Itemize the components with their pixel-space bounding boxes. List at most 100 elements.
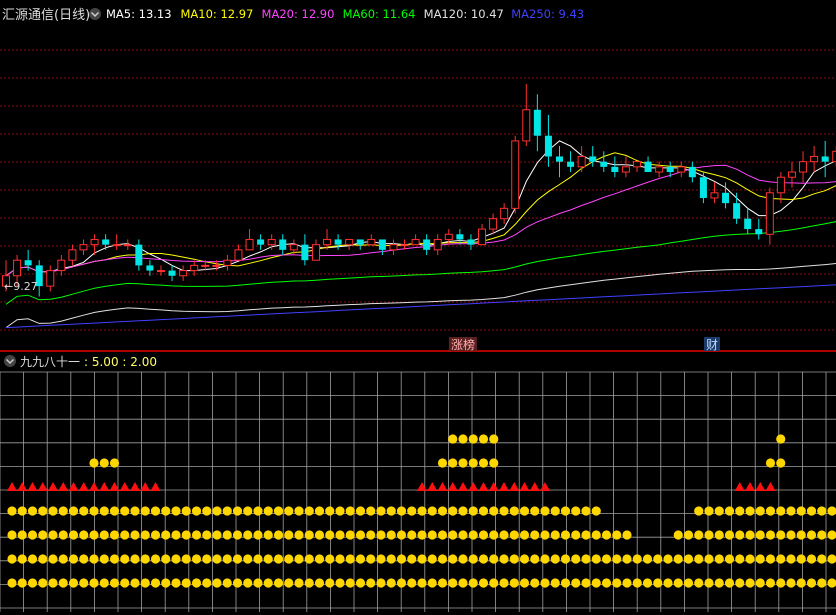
dot-L4-43 [448, 506, 458, 516]
sub-panel-params: : 5.00 : 2.00 [84, 355, 157, 369]
candle-body-59 [655, 166, 664, 173]
dot-L3-60 [622, 530, 632, 540]
dot-L4-28 [294, 506, 304, 516]
dot-L3-79 [817, 530, 827, 540]
dot-L4-52 [540, 506, 550, 516]
dot-L2-80 [827, 554, 836, 564]
candle-body-56 [621, 166, 630, 173]
dot-L2-52 [540, 554, 550, 564]
dot-L1-3 [38, 578, 48, 588]
dot-L2-67 [694, 554, 704, 564]
dot-L7-75 [776, 434, 786, 444]
dot-L3-72 [745, 530, 755, 540]
dot-L3-0 [7, 530, 17, 540]
dot-L4-47 [489, 506, 499, 516]
dot-L7-47 [489, 434, 499, 444]
dot-L2-71 [735, 554, 745, 564]
dot-L3-42 [437, 530, 448, 540]
dot-L6-44 [458, 458, 468, 468]
triangle-mark-50 [519, 482, 530, 491]
dot-L2-38 [396, 554, 407, 564]
dot-L4-46 [478, 506, 489, 516]
dot-L3-49 [509, 530, 519, 540]
sub-menu-icon[interactable] [4, 355, 16, 367]
dot-L4-44 [458, 506, 468, 516]
dot-L4-77 [796, 506, 806, 516]
dot-L1-29 [304, 578, 314, 588]
dot-L2-60 [622, 554, 632, 564]
dot-L3-3 [38, 530, 48, 540]
dot-L3-2 [27, 530, 38, 540]
dot-L3-31 [325, 530, 335, 540]
dot-L3-28 [294, 530, 304, 540]
dot-L2-59 [612, 554, 622, 564]
triangle-mark-73 [755, 482, 766, 491]
dot-L3-24 [253, 530, 263, 540]
dot-L4-21 [222, 506, 232, 516]
dot-L1-18 [191, 578, 202, 588]
main-grid [0, 49, 836, 331]
candle-body-16 [179, 270, 188, 277]
triangle-mark-11 [119, 482, 130, 491]
dot-L2-35 [366, 554, 376, 564]
candle-body-13 [146, 265, 154, 271]
dot-L3-54 [560, 530, 571, 540]
triangle-mark-47 [488, 482, 499, 491]
dot-L1-14 [150, 578, 161, 588]
dot-L1-62 [642, 578, 653, 588]
dot-L3-80 [827, 530, 836, 540]
candle-body-72 [799, 161, 808, 173]
dot-L3-34 [355, 530, 366, 540]
dot-L2-3 [38, 554, 48, 564]
dot-L2-31 [325, 554, 335, 564]
dot-L4-45 [468, 506, 478, 516]
dot-L2-76 [786, 554, 796, 564]
dot-L4-7 [79, 506, 89, 516]
dot-L2-79 [817, 554, 827, 564]
candle-body-32 [356, 239, 364, 245]
dot-L2-33 [345, 554, 355, 564]
dot-L1-37 [386, 578, 396, 588]
candle-body-38 [423, 239, 431, 250]
triangle-mark-8 [89, 482, 99, 491]
candle-body-36 [400, 244, 409, 247]
dot-L6-46 [478, 458, 489, 468]
dot-L1-43 [448, 578, 458, 588]
low-price-label: ←9.27 [4, 280, 38, 293]
dot-L3-75 [776, 530, 786, 540]
dot-L4-38 [396, 506, 407, 516]
dot-L3-68 [704, 530, 714, 540]
dot-L1-73 [755, 578, 765, 588]
dot-L4-17 [181, 506, 191, 516]
candle-body-6 [68, 249, 77, 261]
candle-body-57 [632, 161, 641, 168]
dot-L2-30 [314, 554, 325, 564]
dot-L3-17 [181, 530, 191, 540]
dot-L1-7 [79, 578, 89, 588]
dot-L1-17 [181, 578, 191, 588]
dot-L3-22 [232, 530, 243, 540]
dot-L1-32 [335, 578, 345, 588]
dot-L2-69 [714, 554, 724, 564]
dot-L2-53 [550, 554, 560, 564]
candle-body-61 [677, 166, 686, 173]
dot-L4-2 [27, 506, 38, 516]
triangle-mark-45 [468, 482, 479, 491]
dot-L1-12 [130, 578, 140, 588]
dot-L2-27 [284, 554, 294, 564]
candle-body-20 [223, 259, 232, 266]
dot-L1-11 [120, 578, 130, 588]
dot-L1-68 [704, 578, 714, 588]
dot-L2-11 [120, 554, 130, 564]
candle-body-53 [589, 156, 597, 162]
dot-L4-75 [776, 506, 786, 516]
header-menu-icon[interactable] [89, 8, 101, 20]
dot-L1-26 [273, 578, 284, 588]
ma250-line [5, 284, 836, 329]
dot-L2-24 [253, 554, 263, 564]
dot-L2-77 [796, 554, 806, 564]
ma-legend-3: MA60: 11.64 [343, 7, 416, 21]
tag-limit-up-label: 涨榜 [451, 337, 475, 352]
dot-L2-5 [58, 554, 68, 564]
dot-L4-69 [714, 506, 724, 516]
